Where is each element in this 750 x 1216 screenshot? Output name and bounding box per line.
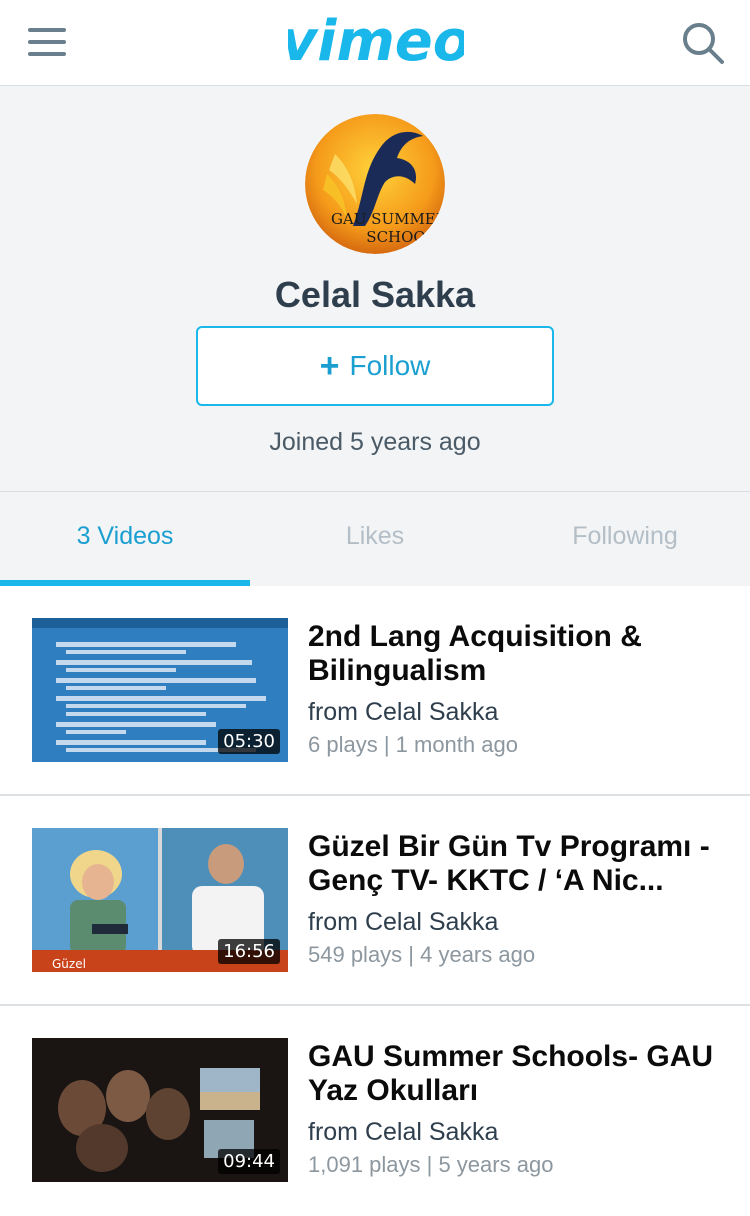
follow-button[interactable]: + Follow <box>196 326 554 406</box>
video-author: from Celal Sakka <box>308 908 499 936</box>
video-meta: 549 plays | 4 years ago <box>308 942 536 967</box>
tab-following[interactable]: Following <box>500 492 750 586</box>
video-thumbnail[interactable]: 05:30 <box>32 618 288 762</box>
hamburger-menu-icon[interactable] <box>28 24 66 58</box>
video-title[interactable]: Güzel Bir Gün Tv Programı - Genç TV- KKT… <box>308 830 728 898</box>
avatar[interactable]: GAU SUMMER SCHOOL <box>305 114 445 254</box>
video-meta: 1,091 plays | 5 years ago <box>308 1152 554 1177</box>
tab-videos[interactable]: 3 Videos <box>0 492 250 586</box>
joined-date: Joined 5 years ago <box>269 428 481 456</box>
video-title[interactable]: 2nd Lang Acquisition & Bilingualism <box>308 620 728 688</box>
video-author: from Celal Sakka <box>308 1118 499 1146</box>
vimeo-logo[interactable]: vimeo <box>288 8 464 72</box>
tab-likes[interactable]: Likes <box>250 492 500 586</box>
follow-label: Follow <box>349 350 431 381</box>
video-thumbnail[interactable]: 09:44 <box>32 1038 288 1182</box>
plus-icon: + <box>319 346 340 385</box>
video-meta: 6 plays | 1 month ago <box>308 732 518 757</box>
video-item[interactable]: 09:44 GAU Summer Schools- GAU Yaz Okulla… <box>0 1006 750 1216</box>
video-duration: 09:44 <box>218 1149 280 1174</box>
svg-text:Güzel: Güzel <box>52 957 86 971</box>
video-item[interactable]: 05:30 2nd Lang Acquisition & Bilingualis… <box>0 586 750 796</box>
video-duration: 05:30 <box>218 729 280 754</box>
video-item[interactable]: Güzel 16:56 Güzel Bir Gün Tv Programı - … <box>0 796 750 1006</box>
svg-text:vimeo: vimeo <box>288 9 464 72</box>
profile-header: GAU SUMMER SCHOOL Celal Sakka + Follow J… <box>0 86 750 492</box>
video-duration: 16:56 <box>218 939 280 964</box>
search-icon[interactable] <box>680 20 726 66</box>
video-title[interactable]: GAU Summer Schools- GAU Yaz Okulları <box>308 1040 728 1108</box>
svg-text:GAU SUMMER: GAU SUMMER <box>331 210 445 228</box>
top-bar: vimeo <box>0 0 750 86</box>
profile-name: Celal Sakka <box>274 274 476 315</box>
video-thumbnail[interactable]: Güzel 16:56 <box>32 828 288 972</box>
tab-bar: 3 Videos Likes Following <box>0 492 750 586</box>
svg-text:SCHOOL: SCHOOL <box>366 228 435 246</box>
video-author: from Celal Sakka <box>308 698 499 726</box>
